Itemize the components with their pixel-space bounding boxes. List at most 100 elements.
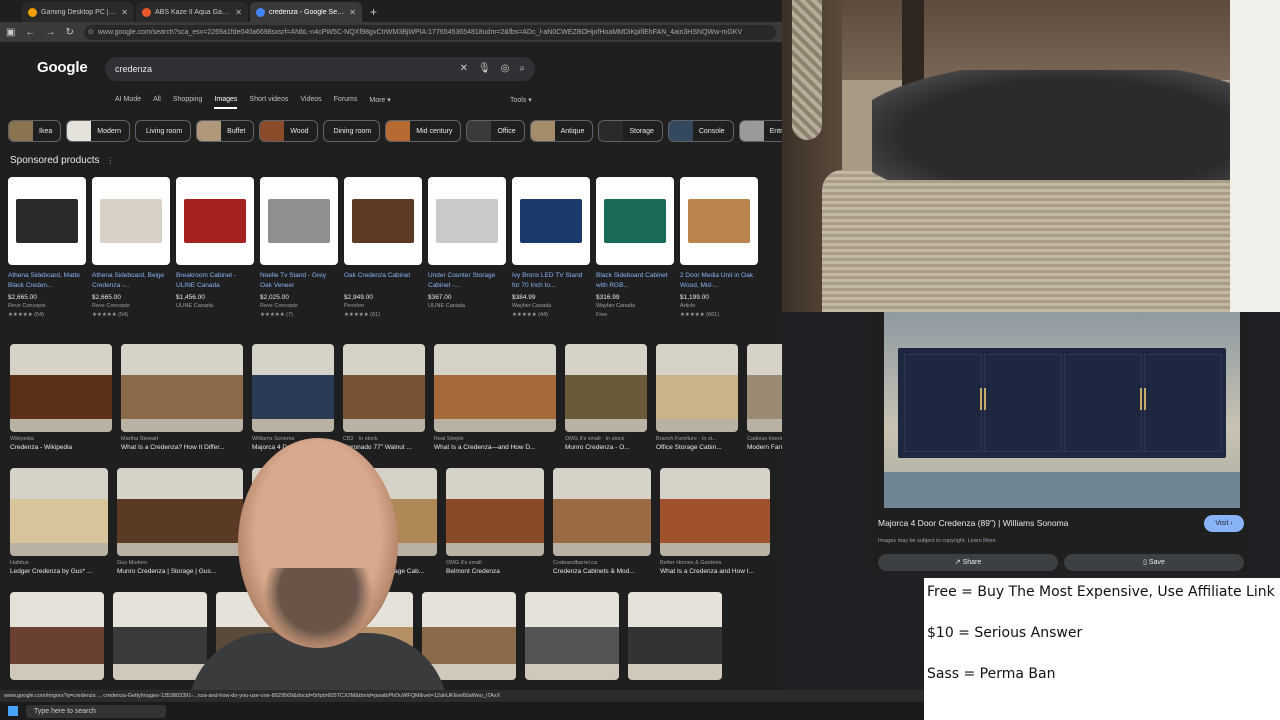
product-card[interactable]: Under Counter Storage Cabinet -... $367.0… — [428, 177, 506, 318]
result-thumbnail[interactable] — [660, 468, 770, 556]
image-result[interactable]: Cadieux Interiors Modern Farmhouse Sadie … — [747, 344, 782, 451]
mic-icon[interactable]: 🎙 — [478, 57, 491, 81]
product-card[interactable]: Athena Sideboard, Matte Black Creden... $… — [8, 177, 86, 318]
preview-image[interactable] — [884, 312, 1240, 508]
product-card[interactable]: Noelle Tv Stand - Grey Oak Veneer $2,025.… — [260, 177, 338, 318]
image-result[interactable] — [628, 592, 722, 680]
image-result[interactable]: Wikipedia Credenza - Wikipedia — [10, 344, 112, 451]
product-image[interactable] — [680, 177, 758, 265]
share-button[interactable]: ↗ Share — [878, 554, 1058, 571]
tab-shopping[interactable]: Shopping — [173, 96, 203, 109]
filter-chip[interactable]: Mid century — [385, 120, 462, 142]
product-image[interactable] — [8, 177, 86, 265]
result-thumbnail[interactable] — [121, 344, 243, 432]
result-thumbnail[interactable] — [553, 468, 651, 556]
reload-icon[interactable]: ↻ — [65, 27, 73, 38]
tab-short-videos[interactable]: Short videos — [249, 96, 288, 109]
google-logo[interactable]: Google — [37, 59, 88, 76]
filter-chip[interactable]: Antique — [529, 120, 594, 142]
result-thumbnail[interactable] — [422, 592, 516, 680]
filter-chip[interactable]: Storage — [598, 120, 663, 142]
product-card[interactable]: 2 Door Media Unit in Oak Wood, Mid-... $1… — [680, 177, 758, 318]
taskbar-search[interactable]: Type here to search — [26, 704, 166, 718]
tab-more[interactable]: More ▾ — [369, 96, 390, 109]
product-card[interactable]: Athena Sideboard, Beige Credenza -... $2,… — [92, 177, 170, 318]
address-bar[interactable]: ⊙ www.google.com/search?sca_esv=2269a1fd… — [83, 24, 776, 40]
filter-chip[interactable]: Wood — [259, 120, 318, 142]
search-input[interactable]: credenza ✕ 🎙 ◎ ⌕ — [105, 57, 535, 81]
back-icon[interactable]: ← — [25, 27, 35, 38]
result-thumbnail[interactable] — [10, 344, 112, 432]
filter-chip[interactable]: Dining room — [322, 120, 381, 142]
product-card[interactable]: Oak Credenza Cabinet $2,949.00 Pevelon ★★★★… — [344, 177, 422, 318]
result-thumbnail[interactable] — [10, 468, 108, 556]
tab-ai-mode[interactable]: AI Mode — [115, 96, 141, 109]
save-button[interactable]: ▯ Save — [1064, 554, 1244, 571]
image-result[interactable]: Williams SonomaMajorca 4 Door Credenza — [252, 344, 334, 451]
preview-title[interactable]: Majorca 4 Door Credenza (89") | Williams… — [878, 518, 1068, 528]
result-thumbnail[interactable] — [343, 344, 425, 432]
result-thumbnail[interactable] — [434, 344, 556, 432]
image-result[interactable] — [113, 592, 207, 680]
filter-chip[interactable]: Office — [466, 120, 525, 142]
image-result[interactable]: Branch Furniture · In st... Office Storag… — [656, 344, 738, 451]
tab-abs[interactable]: ABS Kaze II Aqua Gaming PC - ... ✕ — [136, 2, 248, 22]
site-info-icon[interactable]: ⊙ — [88, 25, 94, 40]
image-result[interactable] — [10, 592, 104, 680]
new-tab-button[interactable]: + — [364, 2, 383, 22]
filter-chip[interactable]: Entryway — [738, 120, 782, 142]
sidebar-toggle-icon[interactable]: ▣ — [6, 27, 15, 38]
result-thumbnail[interactable] — [113, 592, 207, 680]
image-result[interactable] — [422, 592, 516, 680]
image-result[interactable]: Martha Stewart What Is a Credenza? How It… — [121, 344, 243, 451]
product-image[interactable] — [596, 177, 674, 265]
info-icon[interactable]: ⋮ — [106, 156, 114, 165]
filter-chip[interactable]: Console — [667, 120, 734, 142]
result-thumbnail[interactable] — [446, 468, 544, 556]
windows-start-icon[interactable] — [8, 706, 18, 716]
product-image[interactable] — [92, 177, 170, 265]
image-result[interactable]: OMG it's small · In stock Munro Credenza … — [565, 344, 647, 451]
image-result[interactable]: Habitus Ledger Credenza by Gus* ... — [10, 468, 108, 575]
tab-all[interactable]: All — [153, 96, 161, 109]
result-thumbnail[interactable] — [565, 344, 647, 432]
image-result[interactable]: Better Homes & Gardens What Is a Credenza… — [660, 468, 770, 575]
tab-forums[interactable]: Forums — [334, 96, 358, 109]
image-result[interactable]: OMG it's small Belmont Credenza — [446, 468, 544, 575]
product-card[interactable]: Black Sideboard Cabinet with RGB... $316.… — [596, 177, 674, 318]
close-tab-icon[interactable]: ✕ — [349, 8, 356, 17]
clear-icon[interactable]: ✕ — [460, 57, 468, 81]
image-result[interactable]: Crateandbarrel.ca Credenza Cabinets & Mod… — [553, 468, 651, 575]
image-result[interactable]: Real Simple What Is a Credenza—and How D.… — [434, 344, 556, 451]
product-card[interactable]: Breakroom Cabinet - ULINE Canada $1,456.0… — [176, 177, 254, 318]
result-thumbnail[interactable] — [252, 344, 334, 432]
product-image[interactable] — [176, 177, 254, 265]
result-thumbnail[interactable] — [656, 344, 738, 432]
product-image[interactable] — [512, 177, 590, 265]
product-image[interactable] — [428, 177, 506, 265]
filter-chip[interactable]: Buffet — [196, 120, 255, 142]
product-card[interactable]: Ivy Bronx LED TV Stand for 70 Inch to...… — [512, 177, 590, 318]
tab-videos[interactable]: Videos — [300, 96, 321, 109]
search-icon[interactable]: ⌕ — [519, 57, 525, 81]
filter-chip[interactable]: Modern — [66, 120, 130, 142]
close-tab-icon[interactable]: ✕ — [235, 8, 242, 17]
result-thumbnail[interactable] — [747, 344, 782, 432]
tab-google-search[interactable]: credenza - Google Search ✕ — [250, 2, 362, 22]
result-thumbnail[interactable] — [525, 592, 619, 680]
image-result[interactable] — [525, 592, 619, 680]
tab-newegg[interactable]: Gaming Desktop PC | Newegg... ✕ — [22, 2, 134, 22]
filter-chip[interactable]: Living room — [134, 120, 192, 142]
forward-icon[interactable]: → — [45, 27, 55, 38]
filter-chip[interactable]: Ikea — [8, 120, 62, 142]
product-image[interactable] — [260, 177, 338, 265]
result-thumbnail[interactable] — [628, 592, 722, 680]
visit-button[interactable]: Visit › — [1204, 515, 1244, 532]
tab-images[interactable]: Images — [214, 96, 238, 109]
product-image[interactable] — [344, 177, 422, 265]
close-tab-icon[interactable]: ✕ — [121, 8, 128, 17]
image-result[interactable]: CB2 · In stock Coronado 77" Walnut ... — [343, 344, 425, 451]
lens-icon[interactable]: ◎ — [501, 57, 510, 81]
tools-button[interactable]: Tools ▾ — [510, 96, 532, 104]
result-thumbnail[interactable] — [10, 592, 104, 680]
